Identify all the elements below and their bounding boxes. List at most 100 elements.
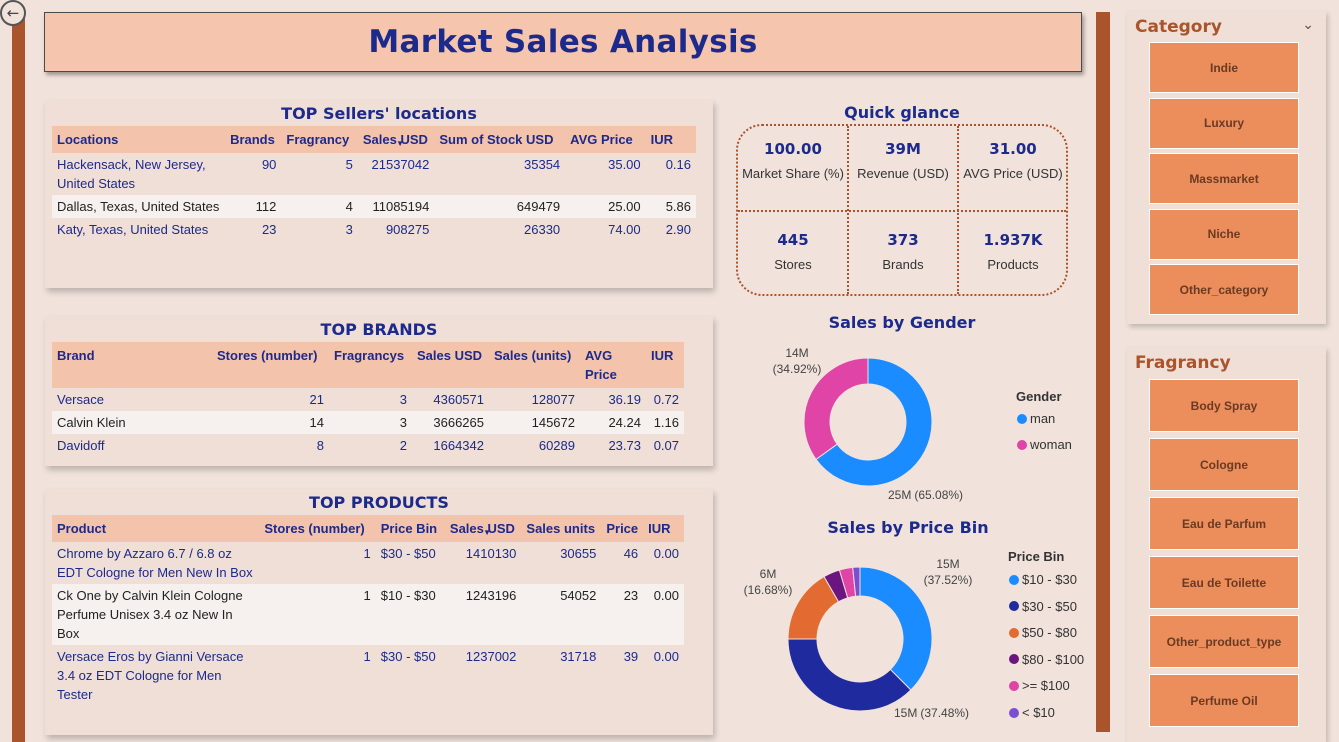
kpi-products: 1.937K Products	[958, 231, 1068, 274]
table-cell: 60289	[538, 438, 575, 453]
column-header[interactable]: AVG Price	[580, 342, 646, 388]
gender-woman-callout: 14M (34.92%)	[762, 345, 832, 377]
table-cell: 25.00	[565, 195, 646, 218]
legend-item[interactable]: >= $100	[1009, 678, 1070, 693]
table-row[interactable]: Davidoff 8 2 1664342 60289 23.73 0.07	[52, 434, 684, 457]
column-header[interactable]: Sales USD ▼	[357, 126, 435, 153]
table-row[interactable]: Katy, Texas, United States 23 3 908275 26330…	[52, 218, 696, 241]
column-header[interactable]: Price	[601, 515, 644, 542]
callout-value: 6M	[759, 567, 777, 581]
slicer-chip[interactable]: Eau de Parfum	[1149, 497, 1299, 550]
slicer-chip[interactable]: Perfume Oil	[1149, 674, 1299, 727]
table-cell: 35.00	[608, 157, 641, 172]
table-row[interactable]: Hackensack, New Jersey, United States 90 5…	[52, 153, 696, 195]
table-cell: $10 - $30	[375, 584, 445, 645]
table-cell: 908275	[385, 222, 430, 237]
column-header[interactable]: IUR	[646, 342, 684, 388]
table-cell: 90	[261, 157, 277, 172]
table-cell: Versace	[57, 392, 104, 407]
column-header[interactable]: Sales USD ▼	[444, 515, 522, 542]
legend-item-man[interactable]: man	[1017, 411, 1055, 426]
column-header[interactable]: Fragrancy	[281, 126, 358, 153]
column-header[interactable]: Sales USD	[412, 342, 489, 388]
column-header[interactable]: Locations	[52, 126, 226, 153]
quick-glance-card: 100.00 Market Share (%) 39M Revenue (USD) …	[736, 124, 1068, 296]
callout-pct: (37.52%)	[923, 573, 973, 587]
table-cell: 128077	[531, 392, 575, 407]
kpi-label: Market Share (%)	[742, 166, 844, 181]
slicer-chip[interactable]: Eau de Toilette	[1149, 556, 1299, 609]
legend-item[interactable]: $10 - $30	[1009, 572, 1077, 587]
kpi-label: Revenue (USD)	[857, 166, 949, 181]
legend-item[interactable]: $50 - $80	[1009, 625, 1077, 640]
table-cell: Versace Eros by Gianni Versace 3.4 oz ED…	[57, 649, 244, 702]
gender-legend-title: Gender	[1016, 389, 1062, 404]
slicer-chip[interactable]: Luxury	[1149, 97, 1299, 149]
legend-item[interactable]: < $10	[1009, 705, 1055, 720]
table-cell: 46	[623, 546, 639, 561]
slicer-chip[interactable]: Indie	[1149, 42, 1299, 93]
table-cell: 5	[345, 157, 353, 172]
kpi-label: Products	[987, 257, 1039, 272]
slicer-chip[interactable]: Massmarket	[1149, 153, 1299, 204]
column-header[interactable]: Sum of Stock USD	[434, 126, 566, 153]
column-header[interactable]: IUR	[643, 515, 684, 542]
column-header[interactable]: Price Bin	[375, 515, 445, 542]
callout-value: 15M	[936, 557, 960, 571]
gender-chart-title: Sales by Gender	[828, 313, 976, 332]
column-header[interactable]: Stores (number)	[259, 515, 376, 542]
column-header[interactable]: Brands	[225, 126, 282, 153]
chevron-down-icon[interactable]: ⌄	[1302, 17, 1314, 33]
column-header[interactable]: Product	[52, 515, 260, 542]
column-header[interactable]: Fragrancys	[329, 342, 412, 388]
table-cell: 23.73	[608, 438, 641, 453]
table-cell: Ck One by Calvin Klein Cologne Perfume U…	[52, 584, 260, 645]
slicer-chip[interactable]: Other_category	[1149, 264, 1299, 315]
table-cell: 23	[601, 584, 644, 645]
slicer-chip[interactable]: Body Spray	[1149, 379, 1299, 432]
back-arrow-icon[interactable]: ←	[0, 0, 26, 26]
column-header[interactable]: Sales (units)	[489, 342, 580, 388]
category-slicer: Category ⌄ Indie Luxury Massmarket Niche Oth…	[1127, 11, 1326, 324]
table-row[interactable]: Versace Eros by Gianni Versace 3.4 oz ED…	[52, 645, 684, 706]
price-bin-callout-30-50: 15M (37.48%)	[894, 705, 978, 721]
kpi-label: Brands	[882, 257, 924, 272]
table-row[interactable]: Chrome by Azzaro 6.7 / 6.8 oz EDT Cologn…	[52, 542, 684, 584]
column-header[interactable]: Sales units	[521, 515, 602, 542]
table-cell: 2.90	[665, 222, 691, 237]
table-cell: 1243196	[444, 584, 522, 645]
kpi-value: 1.937K	[983, 231, 1043, 249]
slicer-chip[interactable]: Other_product_type	[1149, 615, 1299, 668]
table-cell: Calvin Klein	[52, 411, 212, 434]
table-cell: Davidoff	[57, 438, 105, 453]
legend-item[interactable]: $30 - $50	[1009, 599, 1077, 614]
price-bin-donut-chart	[788, 566, 933, 712]
callout-pct: (34.92%)	[772, 362, 822, 376]
quick-glance-title: Quick glance	[844, 103, 960, 122]
page-title: Market Sales Analysis	[368, 24, 758, 60]
top-sellers-panel: TOP Sellers' locations Locations Brands Fr…	[45, 100, 713, 288]
donut-slice-1[interactable]	[788, 638, 912, 712]
table-cell: 5.86	[645, 195, 696, 218]
kpi-revenue: 39M Revenue (USD)	[848, 140, 958, 183]
column-header[interactable]: IUR	[645, 126, 696, 153]
legend-label: $10 - $30	[1022, 572, 1077, 587]
column-header[interactable]: Brand	[52, 342, 212, 388]
legend-item-woman[interactable]: woman	[1017, 437, 1072, 452]
table-cell: 21537042	[371, 157, 430, 172]
table-cell: 1	[259, 584, 376, 645]
column-header[interactable]: Stores (number)	[212, 342, 329, 388]
callout-value: 14M	[785, 346, 809, 360]
table-row[interactable]: Ck One by Calvin Klein Cologne Perfume U…	[52, 584, 684, 645]
slicer-chip[interactable]: Niche	[1149, 208, 1299, 260]
table-row[interactable]: Dallas, Texas, United States 112 4 11085194…	[52, 195, 696, 218]
kpi-label: Stores	[774, 257, 812, 272]
column-header[interactable]: AVG Price	[565, 126, 646, 153]
table-row[interactable]: Calvin Klein 14 3 3666265 145672 24.24 1.16	[52, 411, 684, 434]
slicer-chip[interactable]: Cologne	[1149, 438, 1299, 491]
legend-item[interactable]: $80 - $100	[1009, 652, 1084, 667]
table-cell: 3666265	[412, 411, 489, 434]
table-cell: 24.24	[580, 411, 646, 434]
sort-desc-icon: ▼	[396, 139, 405, 148]
table-row[interactable]: Versace 21 3 4360571 128077 36.19 0.72	[52, 388, 684, 411]
